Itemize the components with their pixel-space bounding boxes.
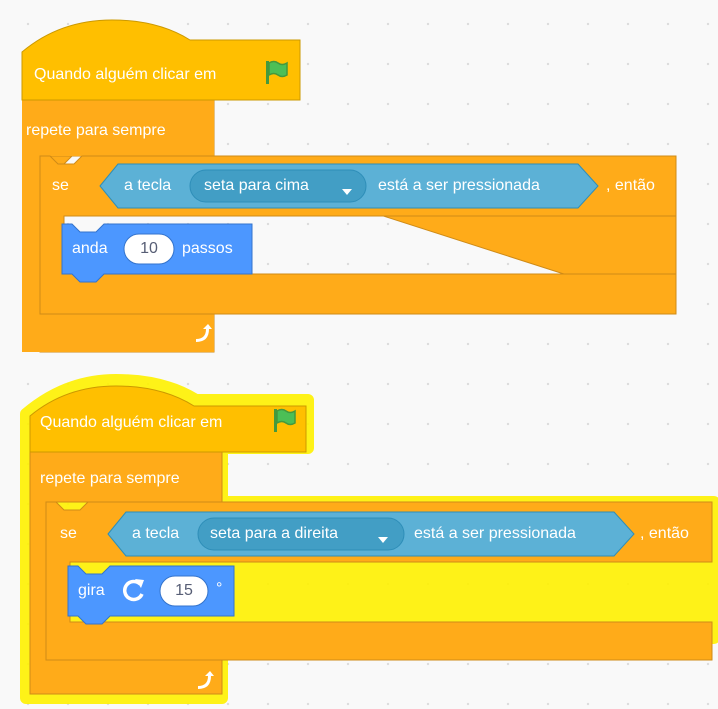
hat-block-shape: [21, 19, 301, 101]
forever-label-2: repete para sempre: [40, 470, 180, 487]
then-label: , então: [606, 177, 655, 194]
move-steps-input[interactable]: 10: [124, 239, 174, 259]
script-1[interactable]: Quando alguém clicar em repete para semp…: [0, 0, 718, 360]
key-prefix-label-2: a tecla: [132, 525, 180, 542]
hat-label-2: Quando alguém clicar em: [40, 414, 223, 431]
key-prefix-label: a tecla: [124, 177, 172, 194]
if-label-2: se: [60, 525, 77, 542]
move-suffix-label: passos: [182, 240, 233, 257]
key-dropdown-value: seta para cima: [204, 177, 309, 194]
turn-suffix-label: °: [216, 580, 223, 597]
dropdown-arrow-icon: [342, 183, 352, 201]
key-dropdown-2[interactable]: seta para a direita: [198, 518, 404, 550]
loop-arrow-icon: [194, 670, 214, 694]
if-label: se: [52, 177, 69, 194]
then-label-2: , então: [640, 525, 689, 542]
hat-label: Quando alguém clicar em: [34, 66, 217, 83]
key-suffix-label-2: está a ser pressionada: [414, 525, 576, 542]
key-suffix-label: está a ser pressionada: [378, 177, 540, 194]
dropdown-arrow-icon: [378, 531, 388, 549]
key-dropdown[interactable]: seta para cima: [190, 170, 366, 202]
script-2[interactable]: Quando alguém clicar em repete para semp…: [0, 360, 718, 709]
forever-label: repete para sempre: [26, 122, 166, 139]
green-flag-icon: [262, 58, 290, 91]
turn-label: gira: [78, 582, 105, 599]
key-dropdown-value-2: seta para a direita: [210, 525, 339, 542]
loop-arrow-icon: [192, 323, 212, 347]
green-flag-icon: [270, 406, 298, 439]
rotate-clockwise-icon: [120, 576, 148, 609]
turn-degrees-input[interactable]: 15: [160, 581, 208, 601]
move-label: anda: [72, 240, 108, 257]
